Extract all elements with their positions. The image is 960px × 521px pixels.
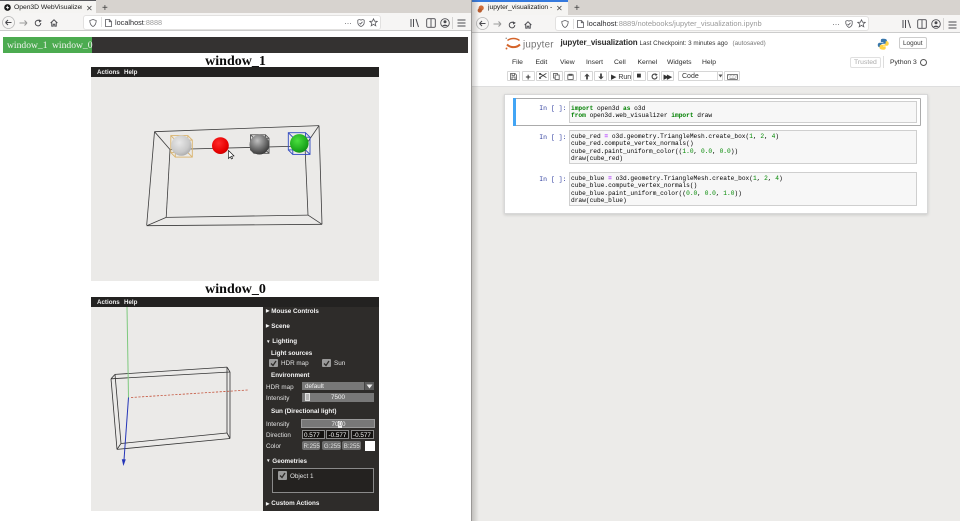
svg-text:jupyter: jupyter [522,39,554,50]
